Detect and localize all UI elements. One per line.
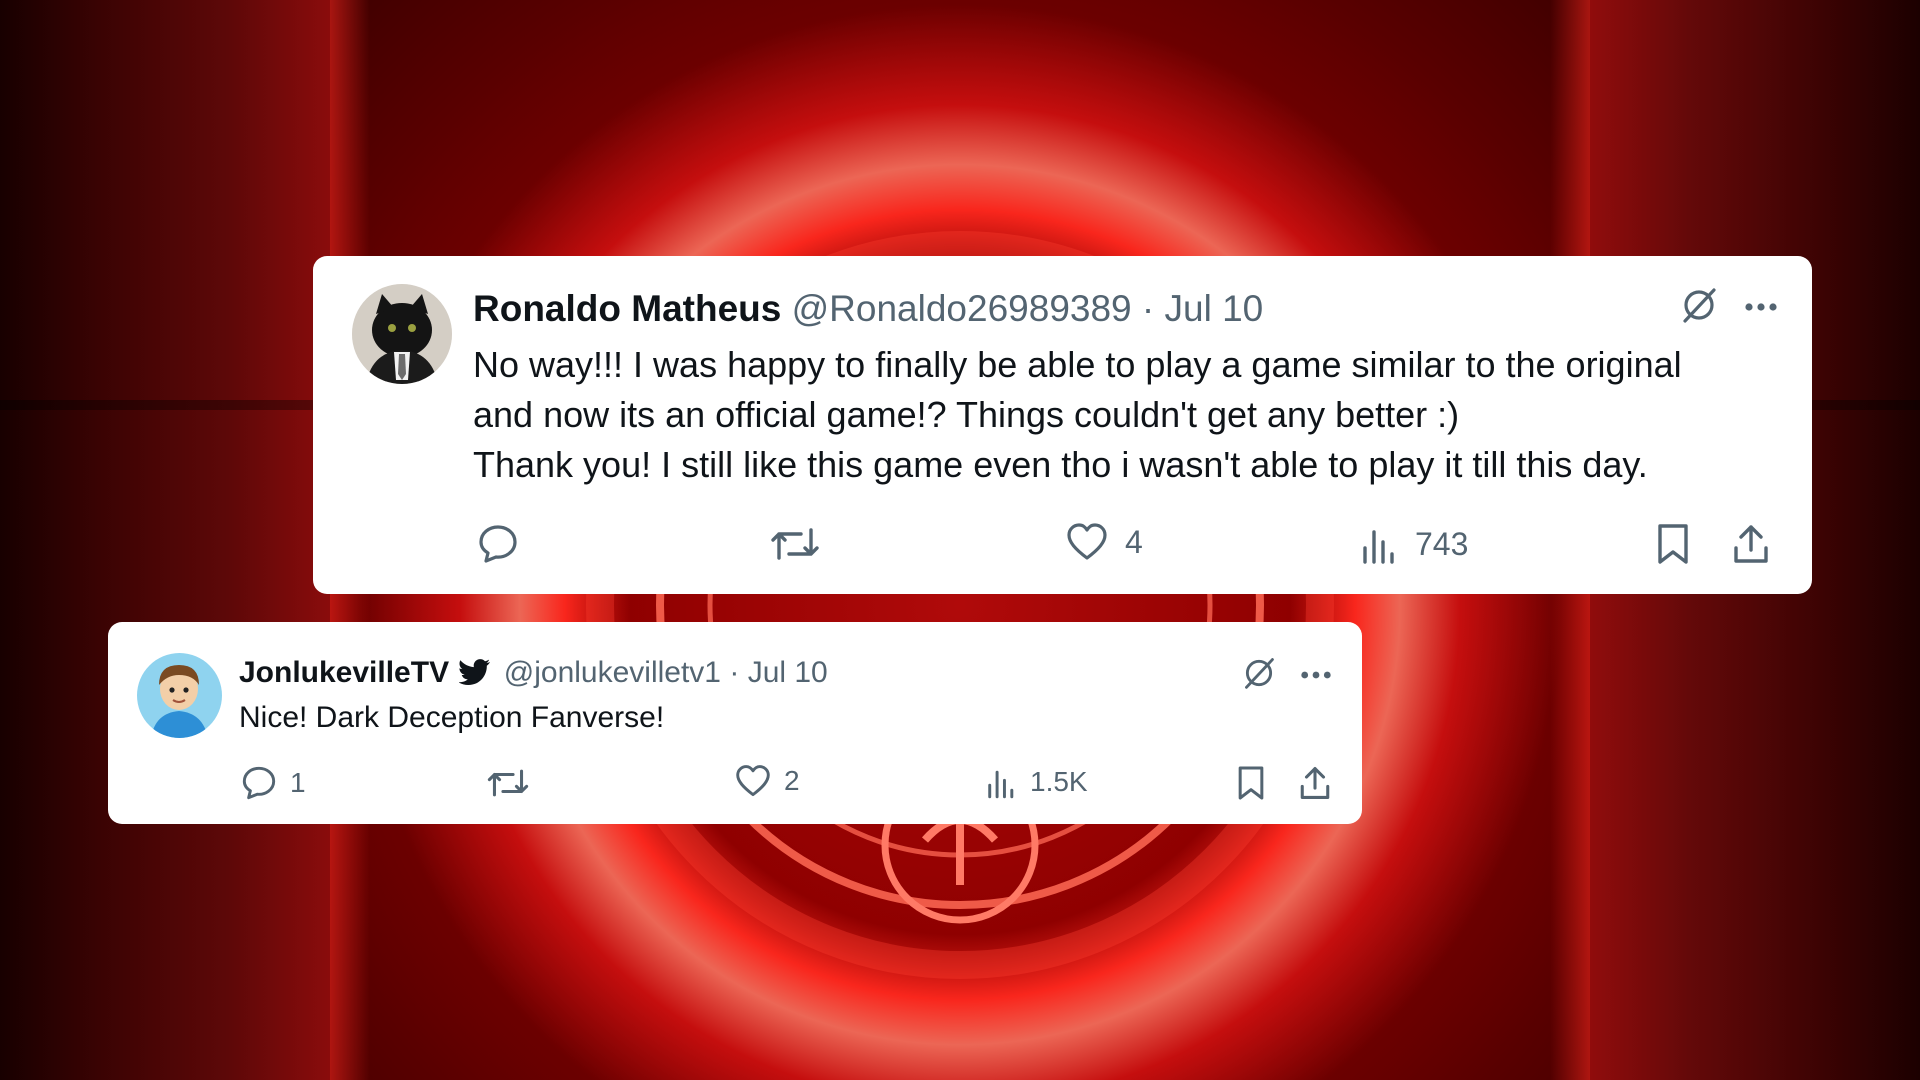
author-handle[interactable]: @jonlukevilletv1	[504, 656, 721, 689]
heart-icon	[736, 765, 770, 797]
tweet-text-line: and now its an official game!? Things co…	[473, 394, 1460, 435]
retweet-icon	[487, 769, 529, 797]
tweet-header: Ronaldo Matheus @Ronaldo26989389 · Jul 1…	[473, 286, 1263, 332]
share-icon	[1300, 767, 1330, 799]
author-handle[interactable]: @Ronaldo26989389	[792, 288, 1132, 329]
share-button[interactable]	[1298, 764, 1332, 802]
retweet-button[interactable]	[769, 522, 837, 566]
black-cat-in-suit-avatar	[352, 284, 452, 384]
more-icon[interactable]	[1300, 667, 1332, 685]
twitter-bird-icon	[458, 657, 491, 695]
like-count: 4	[1125, 523, 1143, 560]
grok-icon[interactable]	[1242, 656, 1276, 695]
share-icon	[1734, 525, 1768, 563]
tweet-top-actions	[1680, 286, 1778, 329]
author-name[interactable]: Ronaldo Matheus	[473, 288, 781, 329]
like-button[interactable]: 4	[1065, 522, 1143, 562]
reply-icon	[242, 766, 276, 800]
like-button[interactable]: 2	[734, 764, 800, 798]
tweet-text: Nice! Dark Deception Fanverse!	[239, 698, 664, 738]
grok-icon[interactable]	[1680, 286, 1718, 329]
tweet-text-line: No way!!! I was happy to finally be able…	[473, 344, 1682, 385]
tweet-card[interactable]: JonlukevilleTV @jonlukevilletv1 · Jul 10…	[108, 622, 1362, 824]
bookmark-icon	[1238, 766, 1264, 800]
tweet-card[interactable]: Ronaldo Matheus @Ronaldo26989389 · Jul 1…	[313, 256, 1812, 594]
avatar[interactable]	[137, 653, 222, 738]
heart-icon	[1067, 523, 1107, 560]
avatar[interactable]	[352, 284, 452, 384]
bookmark-button[interactable]	[1236, 764, 1266, 802]
tweet-date[interactable]: Jul 10	[748, 656, 828, 689]
left-pillar	[0, 0, 370, 1080]
separator-dot: ·	[1141, 288, 1155, 329]
reply-button[interactable]: 1	[240, 764, 306, 802]
separator-dot: ·	[729, 656, 740, 689]
tweet-text-line: Thank you! I still like this game even t…	[473, 444, 1648, 485]
tweet-text-line: Nice! Dark Deception Fanverse!	[239, 701, 665, 734]
bookmark-icon	[1658, 524, 1688, 564]
reply-count: 1	[290, 767, 306, 798]
views-icon	[988, 770, 1014, 799]
views-icon	[1363, 530, 1394, 564]
bookmark-button[interactable]	[1655, 522, 1691, 566]
views-button[interactable]: 743	[1361, 522, 1468, 566]
retweet-button[interactable]	[486, 764, 542, 802]
more-icon[interactable]	[1744, 299, 1778, 317]
reply-icon	[479, 525, 517, 563]
tweet-actions: 1 2 1.5K	[108, 764, 1362, 814]
tweet-date[interactable]: Jul 10	[1165, 288, 1264, 329]
author-name[interactable]: JonlukevilleTV	[239, 656, 449, 689]
reply-button[interactable]	[476, 522, 536, 566]
tweet-text: No way!!! I was happy to finally be able…	[473, 340, 1682, 490]
views-count: 1.5K	[1030, 766, 1088, 797]
cartoon-boy-avatar	[137, 653, 222, 738]
tweet-actions: 4 743	[313, 522, 1812, 572]
views-button[interactable]: 1.5K	[986, 764, 1088, 800]
share-button[interactable]	[1731, 522, 1771, 566]
tweet-header: JonlukevilleTV @jonlukevilletv1 · Jul 10	[239, 654, 828, 695]
like-count: 2	[784, 765, 800, 796]
retweet-icon	[771, 528, 819, 560]
views-count: 743	[1415, 525, 1469, 562]
tweet-top-actions	[1242, 656, 1332, 695]
